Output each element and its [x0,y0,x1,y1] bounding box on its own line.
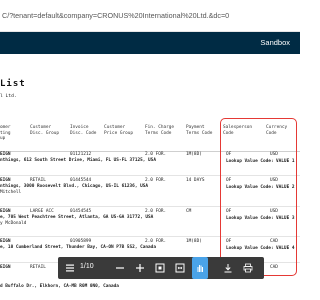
row2-contact: Mitchell [0,190,22,195]
row3-group: EIGN [0,209,11,214]
header-payment-terms: Payment Terms Code [186,125,213,136]
header-customer-price-group: Customer Price Group [104,125,134,136]
sandbox-badge: Sandbox [260,38,290,47]
row2-disc-group: RETAIL [30,178,46,183]
row5-disc-group: RETAIL [30,265,46,270]
page-indicator[interactable]: 1/10 [80,263,94,270]
app-header: Sandbox [0,32,300,54]
url-text[interactable]: C/?tenant=default&company=CRONUS%20Inter… [2,11,229,20]
row2-group: EIGN [0,178,11,183]
row3-contact: y McDonald [0,221,27,226]
header-invoice-disc-code: Invoice Disc. Code [70,125,97,136]
report-title: List [0,79,26,89]
company-name: l Ltd. [0,94,17,99]
row5-address: d Buffalo Dr., Elkhorn, CA-MB R0M 0N0, C… [0,284,119,289]
row4-fin-charge: 2.0 FOR. [145,239,167,244]
row3-fin-charge: 2.0 FOR. [145,209,167,214]
row1-group: EIGN [0,152,11,157]
row2-payment-terms: 14 DAYS [186,178,205,183]
row3-invoice-disc: 01454545 [70,209,92,214]
row3-disc-group: LARGE ACC [30,209,54,214]
row1-address: nthings, 612 South Street Drive, Miami, … [0,158,156,163]
row1-fin-charge: 2.0 FOR. [145,152,167,157]
pan-icon[interactable] [192,257,208,279]
row4-payment-terms: 1M(8D) [186,239,202,244]
print-icon[interactable] [240,257,256,279]
pdf-viewer-toolbar: 1/10 [58,257,264,279]
row3-address: e, 705 West Peachtree Street, Atlanta, G… [0,215,154,220]
row4-invoice-disc: 01905899 [70,239,92,244]
zoom-in-icon[interactable] [132,257,148,279]
highlight-box [220,118,297,276]
browser-address-bar[interactable]: C/?tenant=default&company=CRONUS%20Inter… [0,0,300,32]
fit-width-icon[interactable] [172,257,188,279]
row4-address: e, 10 Cumberland Street, Thunder Bay, CA… [0,245,156,250]
row2-address: nthings, 3000 Roosevelt Blvd., Chicago, … [0,184,149,189]
download-icon[interactable] [220,257,236,279]
row2-fin-charge: 2.0 FOR. [145,178,167,183]
row3-payment-terms: CM [186,209,192,214]
zoom-out-icon[interactable] [112,257,128,279]
header-fin-charge-terms: Fin. Charge Terms Code [145,125,175,136]
row1-payment-terms: 1M(8D) [186,152,202,157]
row1-invoice-disc: 01121212 [70,152,92,157]
fit-page-icon[interactable] [152,257,168,279]
toc-icon[interactable] [62,257,78,279]
row2-invoice-disc: 01445544 [70,178,92,183]
header-posting-group: omer ting up [0,125,11,142]
header-customer-disc-group: Customer Disc. Group [30,125,60,136]
row4-group: EIGN [0,239,11,244]
row5-group: EIGN [0,265,11,270]
